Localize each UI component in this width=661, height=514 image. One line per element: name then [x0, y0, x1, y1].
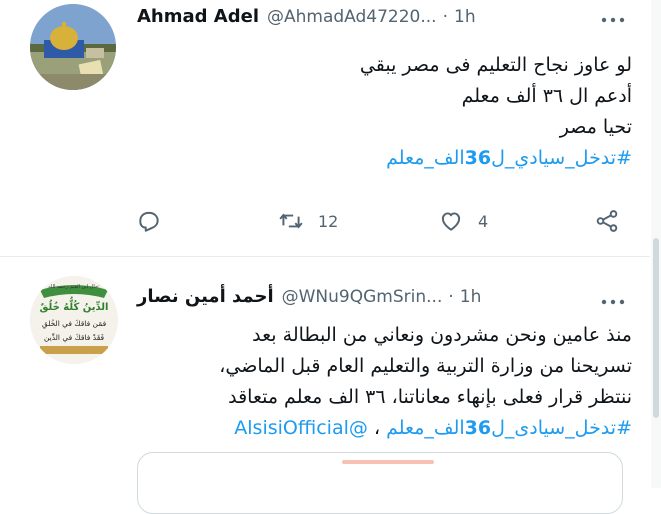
- separator: ·: [442, 7, 448, 27]
- reply-button[interactable]: [136, 204, 162, 238]
- hashtag-number: 36: [464, 147, 492, 169]
- ellipsis-icon: [601, 17, 625, 23]
- share-icon: [596, 210, 618, 232]
- hashtag-prefix: #تدخل_سيادي_ل: [491, 147, 632, 169]
- tweet-text: منذ عامين ونحن مشردون ونعاني من البطالة …: [132, 320, 632, 444]
- hashtag-line: #تدخل_سيادى_ل36الف_معلم ، @AlsisiOfficia…: [132, 413, 632, 444]
- timestamp[interactable]: 1h: [460, 287, 482, 307]
- reply-icon: [139, 211, 159, 232]
- tweet-actions: 12 4: [130, 204, 640, 238]
- avatar-line: فَقَدْ فاقكَ في الدِّين: [44, 333, 105, 342]
- tweet-line: تحيا مصر: [559, 116, 632, 138]
- timestamp[interactable]: 1h: [454, 7, 476, 27]
- share-button[interactable]: [594, 204, 620, 238]
- author-handle[interactable]: @AhmadAd47220...: [267, 7, 437, 27]
- tweet-line: ننتظر قرار فعلى بإنهاء معاناتنا، ٣٦ الف …: [228, 386, 632, 408]
- more-options-button[interactable]: [598, 10, 628, 30]
- retweet-button[interactable]: 12: [278, 204, 338, 238]
- avatar-line: حال ابن القيم رحمه الله:: [48, 284, 100, 290]
- author-name[interactable]: أحمد أمين نصار: [137, 286, 274, 307]
- tweet-header: Ahmad Adel @AhmadAd47220... · 1h: [137, 6, 476, 32]
- hashtag-suffix: الف_معلم: [386, 147, 465, 169]
- quote-image-avatar: حال ابن القيم رحمه الله: الدِّينُ كُلُّه…: [30, 276, 118, 364]
- tweet-card[interactable]: Ahmad Adel @AhmadAd47220... · 1h لو عاوز…: [0, 0, 650, 256]
- hashtag-line: #تدخل_سيادي_ل36الف_معلم: [132, 143, 632, 174]
- tweet-line: لو عاوز نجاح التعليم فى مصر يبقي: [359, 54, 632, 76]
- hashtag-prefix: #تدخل_سيادى_ل: [491, 417, 632, 439]
- tweet-line: أدعم ال ٣٦ ألف معلم: [461, 85, 632, 107]
- more-options-button[interactable]: [598, 292, 628, 312]
- like-button[interactable]: 4: [438, 204, 488, 238]
- ellipsis-icon: [601, 299, 625, 305]
- author-name[interactable]: Ahmad Adel: [137, 6, 259, 27]
- tweet-text: لو عاوز نجاح التعليم فى مصر يبقي أدعم ال…: [132, 50, 632, 174]
- retweet-count: 12: [318, 211, 339, 231]
- hashtag-number: 36: [464, 417, 492, 439]
- mention-link[interactable]: @AlsisiOfficial: [234, 417, 368, 439]
- retweet-icon: [279, 213, 303, 229]
- like-count: 4: [478, 211, 489, 231]
- author-handle[interactable]: @WNu9QGmSrin...: [282, 287, 443, 307]
- hashtag-suffix: الف_معلم: [386, 417, 465, 439]
- scrollbar-thumb[interactable]: [653, 238, 659, 418]
- heart-icon: [441, 212, 461, 231]
- tweet-line: منذ عامين ونحن مشردون ونعاني من البطالة …: [252, 324, 632, 346]
- comma: ،: [373, 417, 381, 439]
- tweet-header: أحمد أمين نصار @WNu9QGmSrin... · 1h: [137, 286, 481, 312]
- avatar[interactable]: [30, 4, 116, 90]
- hashtag-link[interactable]: #تدخل_سيادى_ل36الف_معلم: [386, 417, 632, 439]
- separator: ·: [448, 287, 454, 307]
- dome-of-the-rock-photo-icon: [30, 4, 116, 90]
- avatar[interactable]: حال ابن القيم رحمه الله: الدِّينُ كُلُّه…: [30, 276, 118, 364]
- tweet-line: تسريحنا من وزارة التربية والتعليم العام …: [219, 355, 632, 377]
- hashtag-link[interactable]: #تدخل_سيادي_ل36الف_معلم: [386, 147, 632, 169]
- quoted-card-image-edge: [342, 460, 434, 464]
